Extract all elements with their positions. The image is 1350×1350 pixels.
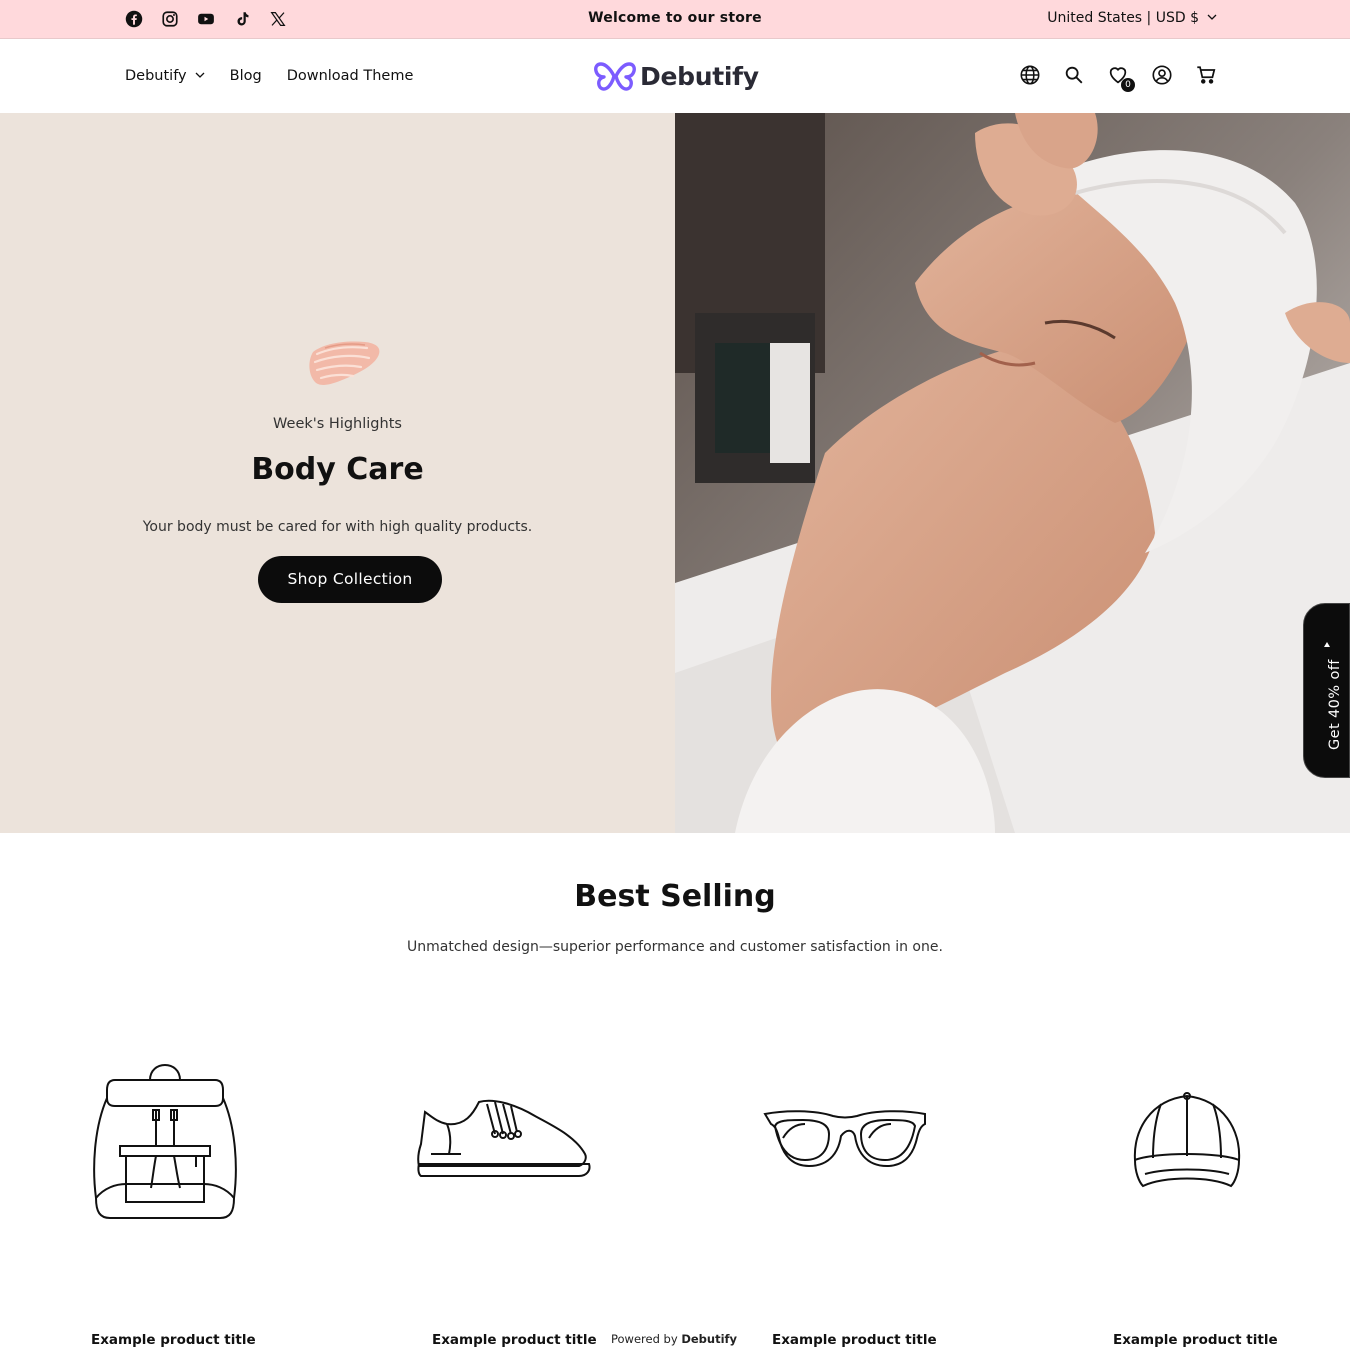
cap-icon	[1133, 1092, 1241, 1188]
hero-subheading: Week's Highlights	[273, 416, 402, 432]
globe-icon[interactable]	[1019, 64, 1041, 86]
product-card[interactable]	[375, 1020, 635, 1260]
logo-text: Debutify	[640, 61, 759, 91]
hero-image	[675, 113, 1350, 833]
nav-item-label: Download Theme	[286, 68, 414, 84]
chevron-down-icon	[1207, 10, 1217, 26]
product-card[interactable]	[1055, 1020, 1315, 1260]
nav-item-label: Debutify	[125, 68, 187, 84]
main-nav: Debutify Blog Download Theme	[125, 68, 413, 84]
discount-side-tab[interactable]: Get 40% off	[1303, 603, 1350, 778]
caret-up-icon	[1324, 642, 1330, 647]
hero-description: Your body must be cared for with high qu…	[142, 519, 533, 535]
cream-swatch-icon	[309, 341, 380, 385]
sneaker-icon	[417, 1099, 591, 1177]
hero-title: Body Care	[251, 452, 424, 487]
shop-collection-button[interactable]: Shop Collection	[258, 556, 442, 603]
site-header: Debutify Blog Download Theme Debutify 0	[0, 39, 1350, 113]
nav-item-download-theme[interactable]: Download Theme	[287, 68, 414, 84]
nav-item-blog[interactable]: Blog	[230, 68, 262, 84]
powered-by-badge[interactable]: Powered by Debutify	[611, 1332, 737, 1346]
product-title[interactable]: Example product title	[772, 1332, 937, 1348]
product-title[interactable]: Example product title	[432, 1332, 597, 1348]
account-icon[interactable]	[1151, 64, 1173, 86]
cart-icon[interactable]	[1195, 64, 1217, 86]
search-icon[interactable]	[1063, 64, 1085, 86]
announcement-bar: Welcome to our store United States | USD…	[0, 0, 1350, 39]
locale-label: United States | USD $	[1047, 10, 1199, 26]
header-actions: 0	[1019, 64, 1217, 92]
sunglasses-icon	[763, 1110, 926, 1168]
discount-tab-label: Get 40% off	[1327, 659, 1343, 750]
chevron-down-icon	[195, 68, 205, 84]
locale-selector[interactable]: United States | USD $	[1047, 10, 1217, 26]
backpack-icon	[93, 1064, 237, 1219]
product-card[interactable]	[35, 1020, 295, 1260]
product-card[interactable]	[715, 1020, 975, 1260]
nav-item-label: Blog	[229, 68, 262, 84]
product-title[interactable]: Example product title	[1113, 1332, 1278, 1348]
nav-item-debutify[interactable]: Debutify	[125, 68, 205, 84]
butterfly-logo-icon	[594, 62, 636, 91]
best-selling-subtitle: Unmatched design—superior performance an…	[407, 939, 943, 955]
best-selling-title: Best Selling	[574, 879, 776, 914]
wishlist-icon[interactable]: 0	[1107, 64, 1135, 92]
spa-facial-photo	[675, 113, 1350, 833]
product-title[interactable]: Example product title	[91, 1332, 256, 1348]
site-logo[interactable]: Debutify	[594, 59, 759, 93]
powered-by-prefix: Powered by	[611, 1332, 678, 1346]
wishlist-count-badge: 0	[1121, 78, 1135, 92]
powered-by-brand: Debutify	[681, 1332, 738, 1346]
